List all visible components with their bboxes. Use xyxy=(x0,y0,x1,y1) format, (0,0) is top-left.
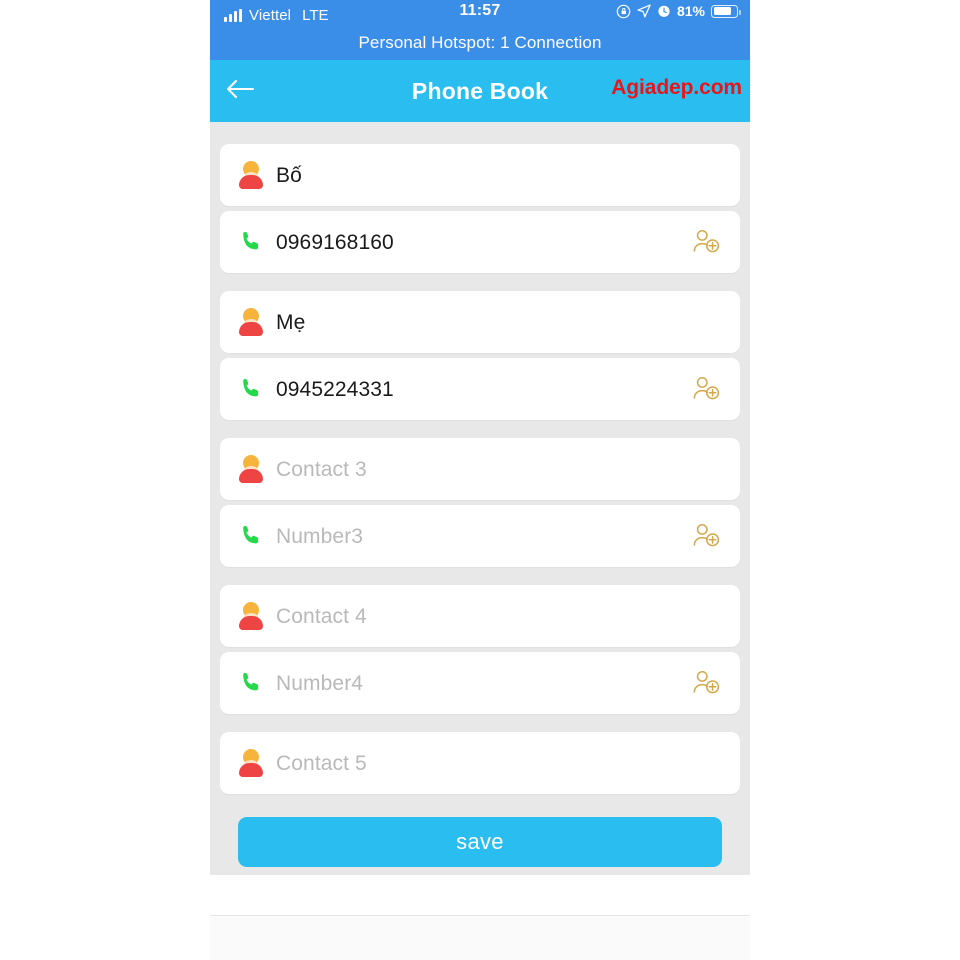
battery-percent-label: 81% xyxy=(676,3,705,19)
add-contact-icon[interactable] xyxy=(684,374,728,404)
contact-number-row[interactable]: Number3 xyxy=(220,505,740,567)
phone-screenshot: Viettel LTE 11:57 81% Personal Hotspot: … xyxy=(210,0,750,875)
contact-name-row[interactable]: Contact 4 xyxy=(220,585,740,647)
contact-group: Contact 4 Number4 xyxy=(220,585,740,714)
contact-number-input[interactable]: Number4 xyxy=(272,673,684,694)
person-icon xyxy=(230,748,272,778)
page-below-screenshot xyxy=(0,875,960,960)
contact-name-row[interactable]: Contact 3 xyxy=(220,438,740,500)
contact-number-row[interactable]: 0969168160 xyxy=(220,211,740,273)
status-bar-row: Viettel LTE 11:57 81% xyxy=(210,0,750,28)
contact-number-input[interactable]: 0969168160 xyxy=(272,232,684,253)
status-bar-right: 81% xyxy=(616,3,741,19)
contact-number-input[interactable]: 0945224331 xyxy=(272,379,684,400)
save-button-container: save xyxy=(238,817,722,867)
site-watermark: Agiadep.com xyxy=(611,76,742,99)
phone-handset-icon xyxy=(230,229,272,255)
back-button[interactable] xyxy=(210,60,270,122)
rotation-lock-icon xyxy=(616,4,631,19)
alarm-clock-icon xyxy=(657,4,671,18)
contact-number-input[interactable]: Number3 xyxy=(272,526,684,547)
navigation-bar: Phone Book Agiadep.com xyxy=(210,60,750,122)
back-arrow-icon xyxy=(225,78,255,105)
contact-name-row[interactable]: Bố xyxy=(220,144,740,206)
add-contact-icon[interactable] xyxy=(684,668,728,698)
status-bar: Viettel LTE 11:57 81% Personal Hotspot: … xyxy=(210,0,750,60)
divider-line xyxy=(210,915,750,916)
contact-name-input[interactable]: Contact 4 xyxy=(272,606,728,627)
contact-name-row[interactable]: Contact 5 xyxy=(220,732,740,794)
save-button[interactable]: save xyxy=(238,817,722,867)
person-icon xyxy=(230,307,272,337)
phone-handset-icon xyxy=(230,670,272,696)
person-icon xyxy=(230,601,272,631)
contact-group: Bố 0969168160 xyxy=(220,144,740,273)
add-contact-icon[interactable] xyxy=(684,521,728,551)
add-contact-icon[interactable] xyxy=(684,227,728,257)
location-arrow-icon xyxy=(637,4,651,18)
hotspot-banner: Personal Hotspot: 1 Connection xyxy=(358,33,602,52)
contact-name-input[interactable]: Bố xyxy=(272,165,728,186)
contact-group: Contact 3 Number3 xyxy=(220,438,740,567)
contact-group: Contact 5 xyxy=(220,732,740,794)
battery-icon xyxy=(711,4,741,18)
phone-handset-icon xyxy=(230,376,272,402)
contact-name-input[interactable]: Contact 5 xyxy=(272,753,728,774)
contact-name-row[interactable]: Mẹ xyxy=(220,291,740,353)
phone-handset-icon xyxy=(230,523,272,549)
contact-name-input[interactable]: Contact 3 xyxy=(272,459,728,480)
person-icon xyxy=(230,160,272,190)
contact-group: Mẹ 0945224331 xyxy=(220,291,740,420)
contact-number-row[interactable]: 0945224331 xyxy=(220,358,740,420)
contact-list: Bố 0969168160 Mẹ 0945224331 Contact 3 Nu… xyxy=(210,122,750,875)
contact-number-row[interactable]: Number4 xyxy=(220,652,740,714)
bottom-band xyxy=(210,917,750,960)
contact-name-input[interactable]: Mẹ xyxy=(272,312,728,333)
person-icon xyxy=(230,454,272,484)
